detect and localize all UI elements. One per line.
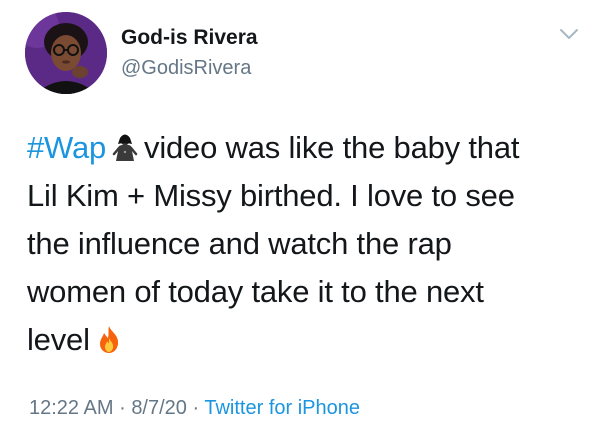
meta-separator-1: · — [119, 397, 126, 419]
avatar[interactable] — [25, 12, 107, 94]
fire-icon — [94, 320, 124, 353]
woman-silhouette-icon — [110, 128, 140, 161]
author-display-name[interactable]: God-is Rivera — [121, 26, 258, 50]
avatar-image — [25, 12, 107, 94]
tweet-source-link[interactable]: Twitter for iPhone — [204, 397, 360, 419]
tweet-meta: 12:22 AM · 8/7/20 · Twitter for iPhone — [29, 397, 360, 420]
tweet-card: God-is Rivera @GodisRivera #Wap video wa… — [0, 0, 595, 437]
tweet-time[interactable]: 12:22 AM — [29, 397, 114, 419]
tweet-text: #Wap video was like the baby that Lil Ki… — [27, 124, 577, 364]
tweet-date[interactable]: 8/7/20 — [131, 397, 187, 419]
tweet-text-line-3: the influence and watch the rap — [27, 226, 452, 261]
tweet-text-line-5: level — [27, 316, 577, 364]
meta-separator-2: · — [192, 397, 200, 419]
tweet-text-line-4: women of today take it to the next — [27, 274, 484, 309]
tweet-text-line-5-word: level — [27, 322, 90, 357]
tweet-text-line-1: #Wap video was like the baby that — [27, 124, 577, 172]
author-handle[interactable]: @GodisRivera — [121, 57, 251, 80]
tweet-text-line-2: Lil Kim + Missy birthed. I love to see — [27, 178, 515, 213]
chevron-down-icon[interactable] — [558, 26, 580, 42]
hashtag-link[interactable]: #Wap — [27, 130, 106, 165]
tweet-text-line-1-rest: video was like the baby that — [144, 130, 520, 165]
